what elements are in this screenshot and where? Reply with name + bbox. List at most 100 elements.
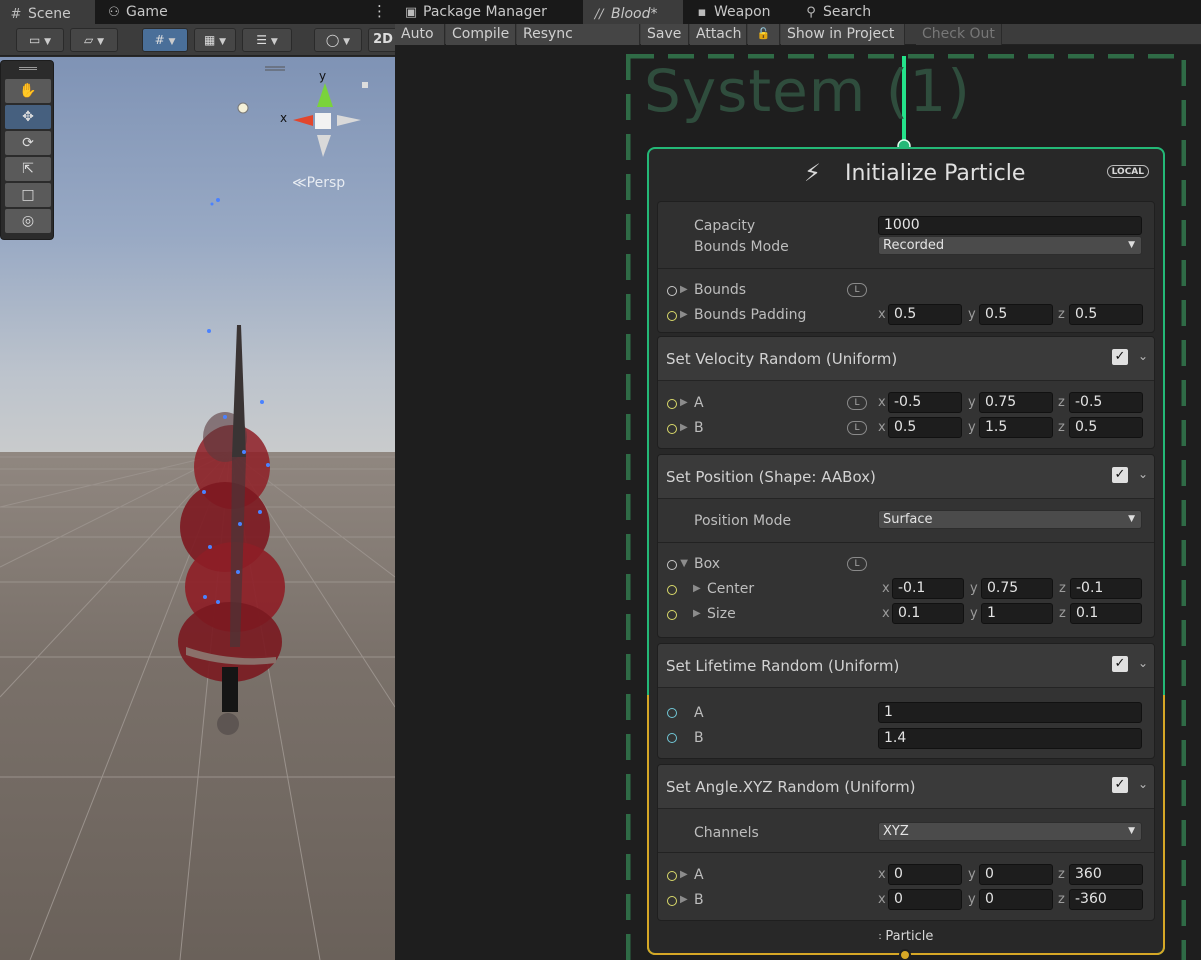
tab-search[interactable]: ⚲ Search xyxy=(795,0,895,24)
flow-output-port-icon[interactable] xyxy=(899,949,911,960)
chevron-down-icon[interactable]: ⌄ xyxy=(1138,656,1148,670)
box-port-icon[interactable] xyxy=(667,560,677,570)
bounds-padding-x-field[interactable]: 0.5 xyxy=(888,304,962,325)
lifetime-b-port-icon[interactable] xyxy=(667,733,677,743)
block-set-position[interactable]: Set Position (Shape: AABox) ✓ ⌄ Position… xyxy=(657,454,1155,638)
transform-tool-button[interactable]: ◎ xyxy=(5,209,51,233)
expand-arrow-icon[interactable]: ▶ xyxy=(680,894,688,905)
tab-package-manager[interactable]: ▣ Package Manager xyxy=(395,0,580,24)
gizmo-y-axis-icon[interactable] xyxy=(317,83,333,107)
center-z-field[interactable]: -0.1 xyxy=(1070,578,1142,599)
block-enabled-checkbox[interactable]: ✓ xyxy=(1112,467,1128,483)
show-in-project-button[interactable]: Show in Project xyxy=(781,24,905,45)
size-port-icon[interactable] xyxy=(667,610,677,620)
draw-mode-dropdown[interactable]: ▭ ▼ xyxy=(16,28,64,52)
chevron-down-icon[interactable]: ⌄ xyxy=(1138,349,1148,363)
gizmo-x-axis-icon[interactable] xyxy=(293,115,313,126)
velocity-b-x-field[interactable]: 0.5 xyxy=(888,417,962,438)
center-y-field[interactable]: 0.75 xyxy=(981,578,1053,599)
velocity-a-port-icon[interactable] xyxy=(667,399,677,409)
angle-b-y-field[interactable]: 0 xyxy=(979,889,1053,910)
local-space-icon[interactable]: L xyxy=(847,421,867,435)
drag-handle-icon[interactable] xyxy=(19,67,37,70)
check-out-button[interactable]: Check Out xyxy=(916,24,1002,45)
expand-arrow-icon[interactable]: ▶ xyxy=(680,869,688,880)
grid-visibility-dropdown[interactable]: ▦ ▼ xyxy=(194,28,236,52)
channels-dropdown[interactable]: XYZ ▼ xyxy=(878,822,1142,841)
expand-arrow-icon[interactable]: ▶ xyxy=(693,608,701,619)
auto-compile-toggle[interactable]: Auto xyxy=(395,24,445,45)
gizmo-neg-x-axis-icon[interactable] xyxy=(337,115,361,126)
center-port-icon[interactable] xyxy=(667,585,677,595)
snap-increment-dropdown[interactable]: ☰ ▼ xyxy=(242,28,292,52)
tab-weapon[interactable]: ▪ Weapon xyxy=(686,0,786,24)
angle-a-port-icon[interactable] xyxy=(667,871,677,881)
rect-tool-button[interactable]: □ xyxy=(5,183,51,207)
bounds-mode-dropdown[interactable]: Recorded ▼ xyxy=(878,236,1142,255)
projection-toggle[interactable]: ≪Persp xyxy=(292,175,345,191)
2d-toggle-button[interactable]: 2D xyxy=(368,28,395,52)
velocity-a-y-field[interactable]: 0.75 xyxy=(979,392,1053,413)
position-mode-dropdown[interactable]: Surface ▼ xyxy=(878,510,1142,529)
expand-arrow-icon[interactable]: ▶ xyxy=(693,583,701,594)
angle-b-z-field[interactable]: -360 xyxy=(1069,889,1143,910)
more-menu-icon[interactable]: ⋮ xyxy=(372,0,387,24)
velocity-b-y-field[interactable]: 1.5 xyxy=(979,417,1053,438)
collapse-arrow-icon[interactable]: ▶ xyxy=(678,560,689,568)
bounds-padding-z-field[interactable]: 0.5 xyxy=(1069,304,1143,325)
initialize-particle-context[interactable]: ⚡ Initialize Particle LOCAL Capacity 100… xyxy=(647,147,1165,955)
render-mode-dropdown[interactable]: ▱ ▼ xyxy=(70,28,118,52)
bounds-padding-port-icon[interactable] xyxy=(667,311,677,321)
system-title[interactable]: System (1) xyxy=(644,57,971,125)
angle-a-x-field[interactable]: 0 xyxy=(888,864,962,885)
velocity-a-x-field[interactable]: -0.5 xyxy=(888,392,962,413)
velocity-b-z-field[interactable]: 0.5 xyxy=(1069,417,1143,438)
block-enabled-checkbox[interactable]: ✓ xyxy=(1112,349,1128,365)
gizmo-z-axis-icon[interactable] xyxy=(362,82,368,88)
lifetime-b-field[interactable]: 1.4 xyxy=(878,728,1142,749)
angle-a-z-field[interactable]: 360 xyxy=(1069,864,1143,885)
velocity-a-z-field[interactable]: -0.5 xyxy=(1069,392,1143,413)
lock-button[interactable]: 🔓 xyxy=(748,24,780,45)
gizmo-center-cube-icon[interactable] xyxy=(315,113,331,129)
chevron-down-icon[interactable]: ⌄ xyxy=(1138,777,1148,791)
block-set-velocity[interactable]: Set Velocity Random (Uniform) ✓ ⌄ ▶ A L … xyxy=(657,336,1155,449)
angle-b-x-field[interactable]: 0 xyxy=(888,889,962,910)
tab-blood[interactable]: ∕∕ Blood* xyxy=(583,0,683,24)
resync-material-button[interactable]: Resync Material xyxy=(517,24,640,62)
block-enabled-checkbox[interactable]: ✓ xyxy=(1112,777,1128,793)
expand-arrow-icon[interactable]: ▶ xyxy=(680,422,688,433)
capacity-field[interactable]: 1000 xyxy=(878,216,1142,235)
expand-arrow-icon[interactable]: ▶ xyxy=(680,309,688,320)
bounds-padding-y-field[interactable]: 0.5 xyxy=(979,304,1053,325)
scale-tool-button[interactable]: ⇱ xyxy=(5,157,51,181)
lifetime-a-port-icon[interactable] xyxy=(667,708,677,718)
rotate-tool-button[interactable]: ⟳ xyxy=(5,131,51,155)
local-space-icon[interactable]: L xyxy=(847,396,867,410)
local-space-icon[interactable]: L xyxy=(847,557,867,571)
bounds-port-icon[interactable] xyxy=(667,286,677,296)
center-x-field[interactable]: -0.1 xyxy=(892,578,964,599)
gizmo-neg-y-axis-icon[interactable] xyxy=(317,135,331,157)
block-set-lifetime[interactable]: Set Lifetime Random (Uniform) ✓ ⌄ A 1 B … xyxy=(657,643,1155,759)
space-badge[interactable]: LOCAL xyxy=(1106,165,1149,178)
scene-visibility-dropdown[interactable]: ◯ ▼ xyxy=(314,28,362,52)
expand-arrow-icon[interactable]: ▶ xyxy=(680,284,688,295)
angle-b-port-icon[interactable] xyxy=(667,896,677,906)
compile-button[interactable]: Compile xyxy=(446,24,516,45)
angle-a-y-field[interactable]: 0 xyxy=(979,864,1053,885)
attach-button[interactable]: Attach xyxy=(690,24,747,45)
size-y-field[interactable]: 1 xyxy=(981,603,1053,624)
graph-canvas[interactable]: System (1) ⚡ Initialize Particle LOCAL C… xyxy=(395,45,1201,960)
move-tool-button[interactable]: ✥ xyxy=(5,105,51,129)
scene-viewport[interactable]: ✋ ✥ ⟳ ⇱ □ ◎ y x ≪Persp xyxy=(0,57,395,960)
tab-scene[interactable]: # Scene xyxy=(0,0,95,24)
sun-light-icon[interactable] xyxy=(237,102,249,114)
lifetime-a-field[interactable]: 1 xyxy=(878,702,1142,723)
save-button[interactable]: Save xyxy=(641,24,689,45)
size-x-field[interactable]: 0.1 xyxy=(892,603,964,624)
expand-arrow-icon[interactable]: ▶ xyxy=(680,397,688,408)
chevron-down-icon[interactable]: ⌄ xyxy=(1138,467,1148,481)
block-set-angle[interactable]: Set Angle.XYZ Random (Uniform) ✓ ⌄ Chann… xyxy=(657,764,1155,921)
tab-game[interactable]: ⚇ Game xyxy=(98,0,188,24)
